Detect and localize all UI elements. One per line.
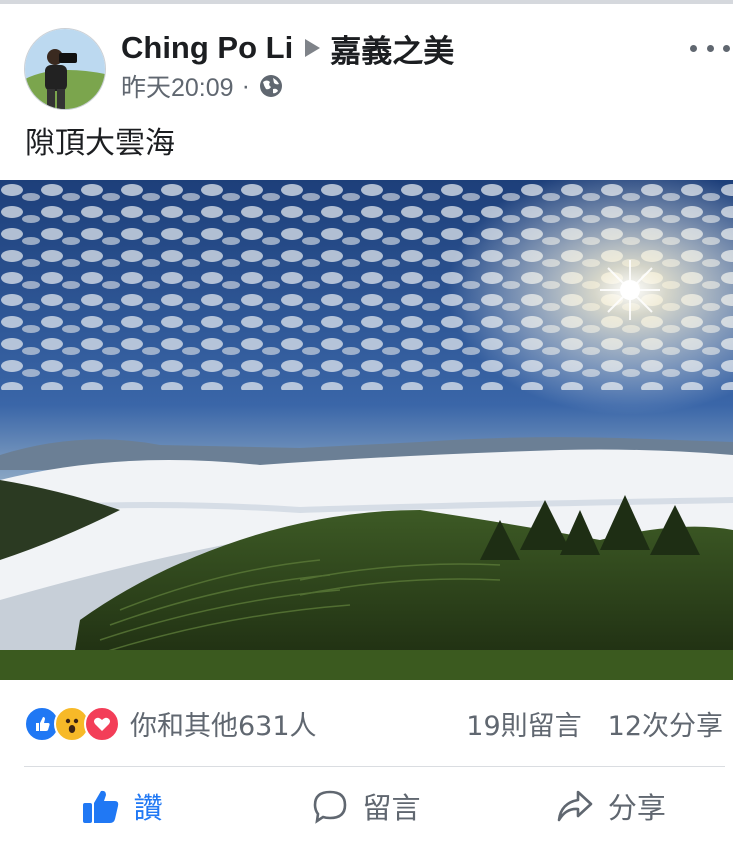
love-reaction-icon [84,705,120,742]
meta-separator: · [241,71,250,100]
comment-button[interactable]: 留言 [244,776,488,836]
comment-icon [314,790,347,824]
share-label: 分享 [607,791,666,825]
post-meta: 昨天20:09 · [121,70,284,102]
action-divider [24,766,725,767]
top-divider [0,0,733,4]
group-name[interactable]: 嘉義之美 [330,26,454,71]
like-button[interactable]: 讚 [0,776,244,836]
post-photo[interactable] [0,180,733,680]
comment-count[interactable]: 19則留言 [466,704,581,743]
reaction-count: 你和其他631人 [130,711,317,742]
post-text: 隙頂大雲海 [25,126,175,161]
action-bar: 讚 留言 分享 [0,776,733,836]
globe-icon [258,73,284,99]
post-timestamp[interactable]: 昨天20:09 [121,68,234,104]
share-count[interactable]: 12次分享 [608,704,723,743]
post-header: Ching Po Li 嘉義之美 [121,26,454,71]
author-avatar[interactable] [24,28,106,110]
arrow-right-icon [305,39,321,57]
share-icon [557,790,593,822]
reaction-summary[interactable]: 你和其他631人 [24,704,317,743]
engagement-counts: 19則留言 12次分享 [466,704,723,742]
like-label: 讚 [133,791,163,825]
author-name[interactable]: Ching Po Li [121,30,293,66]
thumbs-up-icon [82,790,118,823]
more-options-icon[interactable] [690,38,730,58]
share-button[interactable]: 分享 [489,776,733,836]
comment-label: 留言 [362,791,421,825]
